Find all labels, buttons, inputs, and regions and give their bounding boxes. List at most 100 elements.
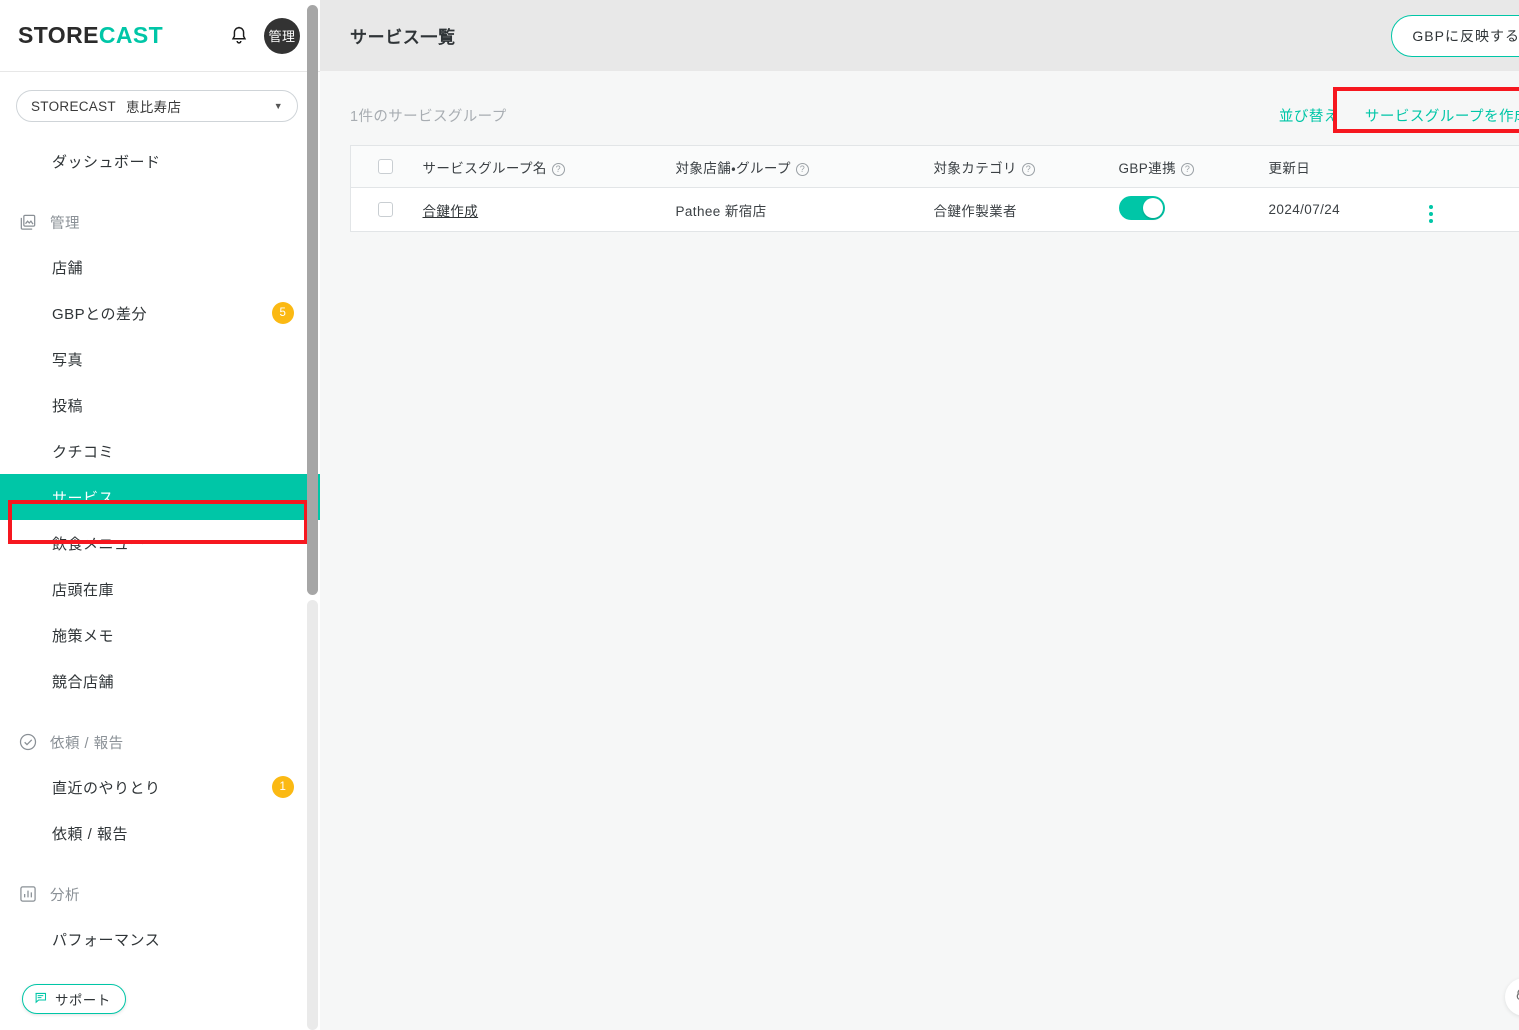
column-label: 対象店舗・グループ — [675, 160, 791, 176]
assistant-badge[interactable] — [1505, 978, 1519, 1016]
sidebar-item-label: GBPとの差分 — [52, 305, 148, 323]
sidebar-section-label: 管理 — [50, 215, 80, 232]
sidebar-item-recent-threads[interactable]: 直近のやりとり 1 — [0, 764, 320, 810]
row-menu-icon[interactable] — [1428, 204, 1433, 223]
sidebar: STORECAST 管理 STORECAST 恵比寿店 ▼ ダッシュボード 管理… — [0, 0, 320, 1030]
avatar[interactable]: 管理 — [264, 17, 300, 54]
app-logo[interactable]: STORECAST — [18, 22, 163, 49]
cell-updated-date: 2024/07/24 — [1268, 187, 1429, 232]
toggle-knob — [1142, 198, 1163, 218]
column-header-target-store: 対象店舗・グループ? — [675, 145, 934, 188]
column-label: サービスグループ名 — [422, 160, 547, 176]
sidebar-item-label: 写真 — [52, 351, 84, 369]
chat-icon — [33, 990, 48, 1008]
sidebar-item-services[interactable]: サービス — [0, 474, 320, 520]
content-topbar: 1件のサービスグループ 並び替え サービスグループを作成 — [350, 87, 1519, 133]
main-content: サービス一覧 GBPに反映する 1件のサービスグループ 並び替え サービスグルー… — [320, 0, 1519, 1030]
cell-target-store: Pathee 新宿店 — [675, 187, 934, 232]
sidebar-section-kanri: 管理 — [0, 200, 320, 244]
sidebar-item-label: サービス — [52, 489, 115, 507]
gbp-sync-button[interactable]: GBPに反映する — [1391, 14, 1519, 57]
sidebar-section-analytics: 分析 — [0, 872, 320, 916]
sidebar-item-food-menu[interactable]: 飲食メニュー — [0, 520, 320, 566]
column-label: 更新日 — [1268, 160, 1311, 176]
bar-chart-icon — [18, 884, 38, 904]
bell-icon[interactable] — [228, 24, 250, 48]
select-all-checkbox[interactable] — [378, 159, 394, 175]
cell-gbp-link — [1118, 187, 1269, 232]
sidebar-item-performance[interactable]: パフォーマンス — [0, 916, 320, 962]
store-selector[interactable]: STORECAST 恵比寿店 ▼ — [16, 90, 298, 122]
column-label: 対象カテゴリ — [933, 160, 1017, 176]
sort-link[interactable]: 並び替え — [1279, 105, 1339, 126]
column-header-updated: 更新日 — [1268, 145, 1429, 188]
logo-text-cast: CAST — [98, 22, 164, 48]
sidebar-item-reviews[interactable]: クチコミ — [0, 428, 320, 474]
sidebar-scrollbar[interactable] — [305, 0, 320, 600]
sidebar-scrollbar-track[interactable] — [307, 600, 318, 1030]
column-header-actions — [1428, 145, 1519, 188]
chevron-down-icon: ▼ — [273, 101, 283, 111]
page-title: サービス一覧 — [350, 28, 456, 47]
sidebar-header: STORECAST 管理 — [0, 0, 320, 71]
column-header-group-name: サービスグループ名? — [420, 145, 676, 188]
sidebar-item-label: パフォーマンス — [52, 931, 161, 949]
support-button-label: サポート — [55, 993, 111, 1008]
cell-target-category: 合鍵作製業者 — [933, 187, 1119, 232]
help-icon[interactable]: ? — [1181, 162, 1195, 176]
sidebar-item-label: 投稿 — [52, 397, 84, 415]
sidebar-item-label: 競合店舗 — [52, 673, 115, 691]
table-body: 合鍵作成 Pathee 新宿店 合鍵作製業者 2024/07/24 — [350, 187, 1519, 232]
row-select-cell — [350, 187, 421, 232]
content-area: 1件のサービスグループ 並び替え サービスグループを作成 サービスグループ名? — [320, 71, 1519, 232]
sidebar-item-label: 飲食メニュー — [52, 535, 146, 553]
table-header-row: サービスグループ名? 対象店舗・グループ? 対象カテゴリ? GBP連携? 更新日 — [350, 145, 1519, 188]
sidebar-item-label: 依頼 / 報告 — [52, 825, 129, 843]
sidebar-item-tenpo[interactable]: 店舗 — [0, 244, 320, 290]
select-all-header — [350, 145, 421, 188]
help-icon[interactable]: ? — [551, 162, 565, 176]
sidebar-item-badge: 1 — [272, 776, 294, 798]
sidebar-item-store-inventory[interactable]: 店頭在庫 — [0, 566, 320, 612]
store-selector-brand: STORECAST — [31, 98, 116, 114]
help-icon[interactable]: ? — [795, 162, 809, 176]
sidebar-item-dashboard[interactable]: ダッシュボード — [0, 138, 320, 184]
sidebar-item-gbp-diff[interactable]: GBPとの差分 5 — [0, 290, 320, 336]
cell-group-name: 合鍵作成 — [420, 187, 676, 232]
column-label: GBP連携 — [1118, 160, 1177, 176]
support-button[interactable]: サポート — [22, 984, 126, 1014]
help-icon[interactable]: ? — [1021, 162, 1035, 176]
cell-row-actions — [1428, 187, 1519, 232]
sidebar-item-label: クチコミ — [52, 443, 115, 461]
sidebar-item-photos[interactable]: 写真 — [0, 336, 320, 382]
sidebar-scrollbar-thumb[interactable] — [307, 5, 318, 595]
check-circle-icon — [18, 732, 38, 752]
table-head: サービスグループ名? 対象店舗・グループ? 対象カテゴリ? GBP連携? 更新日 — [350, 145, 1519, 188]
gbp-link-toggle[interactable] — [1118, 196, 1165, 220]
row-checkbox[interactable] — [378, 202, 394, 218]
service-group-link[interactable]: 合鍵作成 — [423, 204, 479, 219]
sidebar-item-requests-reports[interactable]: 依頼 / 報告 — [0, 810, 320, 856]
store-selector-wrap: STORECAST 恵比寿店 ▼ — [0, 72, 320, 132]
sidebar-item-label: 施策メモ — [52, 627, 115, 645]
sidebar-item-label: 直近のやりとり — [52, 779, 161, 797]
sidebar-section-label: 分析 — [50, 887, 80, 904]
column-header-target-category: 対象カテゴリ? — [933, 145, 1119, 188]
group-count-label: 1件のサービスグループ — [350, 108, 507, 125]
main-header: サービス一覧 GBPに反映する — [320, 0, 1519, 71]
sidebar-item-competitors[interactable]: 競合店舗 — [0, 658, 320, 704]
store-selector-store: 恵比寿店 — [125, 100, 182, 115]
sidebar-item-label: ダッシュボード — [52, 153, 161, 171]
column-header-gbp-link: GBP連携? — [1118, 145, 1269, 188]
service-groups-table: サービスグループ名? 対象店舗・グループ? 対象カテゴリ? GBP連携? 更新日 — [350, 145, 1519, 232]
sidebar-item-badge: 5 — [272, 302, 294, 324]
sidebar-header-icons: 管理 — [228, 17, 300, 54]
sidebar-item-posts[interactable]: 投稿 — [0, 382, 320, 428]
table-row[interactable]: 合鍵作成 Pathee 新宿店 合鍵作製業者 2024/07/24 — [350, 187, 1519, 232]
logo-text-store: STORE — [18, 22, 99, 48]
openai-logo-icon — [1512, 983, 1519, 1012]
sidebar-item-measure-memo[interactable]: 施策メモ — [0, 612, 320, 658]
sidebar-section-label: 依頼 / 報告 — [50, 735, 124, 752]
content-actions: 並び替え サービスグループを作成 — [1279, 105, 1519, 126]
create-service-group-link[interactable]: サービスグループを作成 — [1365, 105, 1519, 126]
